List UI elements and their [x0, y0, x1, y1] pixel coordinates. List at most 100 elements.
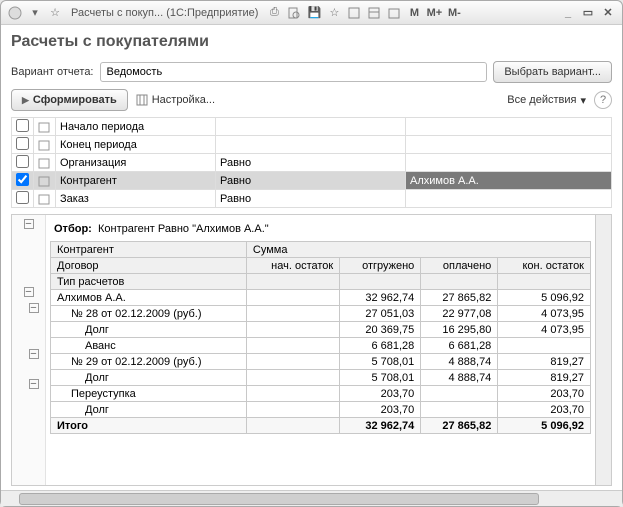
vertical-scrollbar[interactable]: [595, 215, 611, 485]
tree-collapse-node[interactable]: −: [29, 379, 39, 389]
filter-value[interactable]: Алхимов А.А.: [406, 172, 612, 190]
horizontal-scrollbar[interactable]: [1, 490, 622, 506]
cell: [421, 386, 498, 402]
preview-icon[interactable]: [286, 5, 302, 21]
restore-button[interactable]: ▭: [579, 5, 597, 21]
row-name: Переуступка: [51, 386, 247, 402]
report-body: Отбор: Контрагент Равно "Алхимов А.А." К…: [46, 215, 595, 485]
minimize-button[interactable]: _: [559, 5, 577, 21]
favorite-icon[interactable]: ☆: [326, 5, 342, 21]
filter-checkbox[interactable]: [16, 155, 29, 168]
filter-row[interactable]: КонтрагентРавноАлхимов А.А.: [12, 172, 612, 190]
table-row[interactable]: Переуступка 203,70 203,70: [51, 386, 591, 402]
filter-icon: [34, 118, 56, 136]
table-row[interactable]: Долг203,70203,70: [51, 402, 591, 418]
cell: 27 865,82: [421, 290, 498, 306]
variant-input[interactable]: [100, 62, 488, 82]
cell: 16 295,80: [421, 322, 498, 338]
cell: 5 708,01: [340, 370, 421, 386]
cell: 203,70: [340, 402, 421, 418]
cell: 203,70: [498, 386, 591, 402]
row-name: Долг: [51, 402, 247, 418]
filter-value[interactable]: [406, 154, 612, 172]
table-row[interactable]: Аванс6 681,286 681,28: [51, 338, 591, 354]
cell: 32 962,74: [340, 290, 421, 306]
filter-icon: [34, 190, 56, 208]
cell: [246, 354, 339, 370]
row-name: Долг: [51, 370, 247, 386]
table-row[interactable]: Алхимов А.А. 32 962,7427 865,825 096,92: [51, 290, 591, 306]
all-actions-menu[interactable]: Все действия ▾: [507, 94, 586, 107]
toolbar: ▶Сформировать Настройка... Все действия …: [11, 89, 612, 111]
star-icon[interactable]: ☆: [47, 5, 63, 21]
filter-name: Конец периода: [56, 136, 216, 154]
save-icon[interactable]: 💾: [306, 5, 322, 21]
filter-name: Заказ: [56, 190, 216, 208]
table-row[interactable]: Долг 20 369,7516 295,804 073,95: [51, 322, 591, 338]
tree-gutter: − − − − −: [12, 215, 46, 485]
table-row[interactable]: № 28 от 02.12.2009 (руб.)27 051,0322 977…: [51, 306, 591, 322]
row-name: Долг: [51, 322, 247, 338]
cell: 22 977,08: [421, 306, 498, 322]
tree-collapse-node[interactable]: −: [29, 349, 39, 359]
filter-row[interactable]: ОрганизацияРавно: [12, 154, 612, 172]
window-title: Расчеты с покуп... (1С:Предприятие): [71, 7, 258, 19]
tree-collapse-node[interactable]: −: [29, 303, 39, 313]
cell: [246, 402, 339, 418]
cell: 4 073,95: [498, 306, 591, 322]
filter-row[interactable]: ЗаказРавно: [12, 190, 612, 208]
filter-condition: Равно: [216, 172, 406, 190]
filter-value[interactable]: [406, 118, 612, 136]
filter-name: Организация: [56, 154, 216, 172]
table-row[interactable]: № 29 от 02.12.2009 (руб.)5 708,014 888,7…: [51, 354, 591, 370]
filter-condition: [216, 118, 406, 136]
filter-checkbox[interactable]: [16, 191, 29, 204]
tree-collapse-node[interactable]: −: [24, 287, 34, 297]
calendar-icon[interactable]: [386, 5, 402, 21]
filter-value[interactable]: [406, 136, 612, 154]
row-name: Алхимов А.А.: [51, 290, 247, 306]
report-filter-line: Отбор: Контрагент Равно "Алхимов А.А.": [54, 223, 591, 235]
help-button[interactable]: ?: [594, 91, 612, 109]
choose-variant-button[interactable]: Выбрать вариант...: [493, 61, 612, 83]
mem-m-button[interactable]: M: [405, 5, 423, 21]
mem-mminus-button[interactable]: M-: [445, 5, 463, 21]
cell: 203,70: [340, 386, 421, 402]
filter-row[interactable]: Начало периода: [12, 118, 612, 136]
cell: 4 073,95: [498, 322, 591, 338]
filter-checkbox[interactable]: [16, 137, 29, 150]
mem-mplus-button[interactable]: M+: [425, 5, 443, 21]
scrollbar-thumb[interactable]: [19, 493, 539, 505]
run-report-button[interactable]: ▶Сформировать: [11, 89, 128, 111]
cell: 20 369,75: [340, 322, 421, 338]
cell: [421, 402, 498, 418]
row-name: № 28 от 02.12.2009 (руб.): [51, 306, 247, 322]
settings-link[interactable]: Настройка...: [136, 94, 215, 106]
filter-row[interactable]: Конец периода: [12, 136, 612, 154]
cell: 4 888,74: [421, 354, 498, 370]
row-name: Аванс: [51, 338, 247, 354]
dropdown-icon[interactable]: ▾: [27, 5, 43, 21]
history-icon[interactable]: [346, 5, 362, 21]
filter-icon: [34, 136, 56, 154]
table-row[interactable]: Долг 5 708,014 888,74819,27: [51, 370, 591, 386]
app-window: ▾ ☆ Расчеты с покуп... (1С:Предприятие) …: [0, 0, 623, 507]
col-header: Контрагент: [51, 242, 247, 258]
col-header: нач. остаток: [246, 258, 339, 274]
tree-collapse-node[interactable]: −: [24, 219, 34, 229]
cell: 819,27: [498, 370, 591, 386]
filter-condition: Равно: [216, 154, 406, 172]
cell: [246, 306, 339, 322]
report-area: − − − − − Отбор: Контрагент Равно "Алхим…: [11, 214, 612, 486]
cell: 5 096,92: [498, 290, 591, 306]
filter-checkbox[interactable]: [16, 173, 29, 186]
variant-row: Вариант отчета: Выбрать вариант...: [11, 61, 612, 83]
cell: 6 681,28: [340, 338, 421, 354]
print-icon[interactable]: ⎙: [266, 5, 282, 21]
calculator-icon[interactable]: [366, 5, 382, 21]
close-button[interactable]: ✕: [599, 5, 617, 21]
filter-value[interactable]: [406, 190, 612, 208]
cell: [246, 338, 339, 354]
cell: 4 888,74: [421, 370, 498, 386]
filter-checkbox[interactable]: [16, 119, 29, 132]
